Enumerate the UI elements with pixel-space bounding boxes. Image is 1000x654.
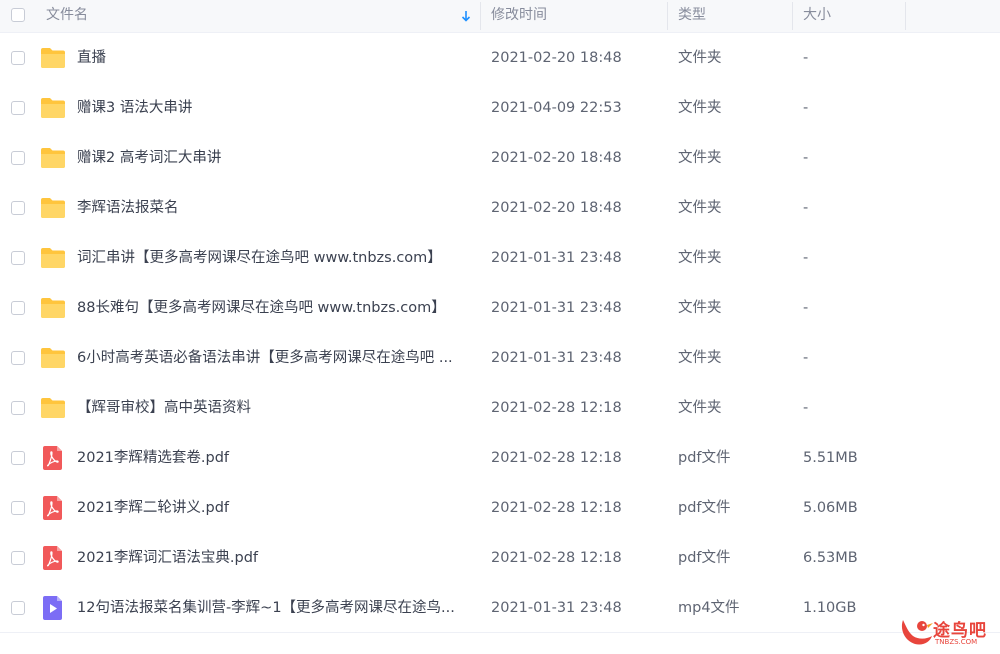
pdf-icon bbox=[43, 496, 62, 520]
row-checkbox[interactable] bbox=[11, 401, 25, 415]
modified-time: 2021-01-31 23:48 bbox=[491, 600, 622, 616]
column-divider[interactable] bbox=[667, 2, 668, 30]
table-row[interactable]: 2021李辉精选套卷.pdf 2021-02-28 12:18 pdf文件 5.51M… bbox=[0, 433, 1000, 483]
pdf-icon bbox=[43, 446, 62, 470]
file-name[interactable]: 【辉哥审校】高中英语资料 bbox=[77, 383, 469, 433]
table-row[interactable]: 88长难句【更多高考网课尽在途鸟吧 www.tnbzs.com】 2021-01-… bbox=[0, 283, 1000, 333]
file-name[interactable]: 赠课3 语法大串讲 bbox=[77, 83, 469, 133]
column-header-name[interactable]: 文件名 bbox=[46, 0, 466, 32]
file-type: 文件夹 bbox=[678, 100, 722, 116]
modified-time: 2021-02-20 18:48 bbox=[491, 150, 622, 166]
folder-icon bbox=[41, 298, 65, 318]
file-name[interactable]: 2021李辉二轮讲义.pdf bbox=[77, 483, 469, 533]
file-name[interactable]: 词汇串讲【更多高考网课尽在途鸟吧 www.tnbzs.com】 bbox=[77, 233, 469, 283]
modified-time: 2021-02-28 12:18 bbox=[491, 400, 622, 416]
pdf-icon bbox=[43, 546, 62, 570]
folder-icon bbox=[41, 348, 65, 368]
modified-time: 2021-02-28 12:18 bbox=[491, 450, 622, 466]
row-checkbox[interactable] bbox=[11, 251, 25, 265]
column-divider[interactable] bbox=[792, 2, 793, 30]
table-row[interactable]: 赠课2 高考词汇大串讲 2021-02-20 18:48 文件夹 - bbox=[0, 133, 1000, 183]
file-size: 5.06MB bbox=[803, 500, 858, 516]
file-type: mp4文件 bbox=[678, 600, 740, 616]
table-row[interactable]: 6小时高考英语必备语法串讲【更多高考网课尽在途鸟吧 ... 2021-01-31 … bbox=[0, 333, 1000, 383]
file-type: 文件夹 bbox=[678, 50, 722, 66]
row-checkbox[interactable] bbox=[11, 451, 25, 465]
bird-logo-icon bbox=[901, 620, 933, 645]
file-name[interactable]: 6小时高考英语必备语法串讲【更多高考网课尽在途鸟吧 ... bbox=[77, 333, 469, 383]
column-header-time[interactable]: 修改时间 bbox=[491, 0, 661, 32]
file-type: pdf文件 bbox=[678, 500, 731, 516]
file-type: pdf文件 bbox=[678, 550, 731, 566]
file-type: pdf文件 bbox=[678, 450, 731, 466]
modified-time: 2021-01-31 23:48 bbox=[491, 300, 622, 316]
table-row[interactable]: 词汇串讲【更多高考网课尽在途鸟吧 www.tnbzs.com】 2021-01-3… bbox=[0, 233, 1000, 283]
folder-icon bbox=[41, 48, 65, 68]
row-checkbox[interactable] bbox=[11, 551, 25, 565]
file-name[interactable]: 88长难句【更多高考网课尽在途鸟吧 www.tnbzs.com】 bbox=[77, 283, 469, 333]
row-checkbox[interactable] bbox=[11, 201, 25, 215]
watermark-logo: 途鸟吧 TNBZS.COM bbox=[895, 612, 995, 652]
file-type: 文件夹 bbox=[678, 250, 722, 266]
row-checkbox[interactable] bbox=[11, 501, 25, 515]
file-type: 文件夹 bbox=[678, 150, 722, 166]
file-name[interactable]: 赠课2 高考词汇大串讲 bbox=[77, 133, 469, 183]
file-name[interactable]: 李辉语法报菜名 bbox=[77, 183, 469, 233]
folder-icon bbox=[41, 98, 65, 118]
file-name[interactable]: 12句语法报菜名集训营-李辉~1【更多高考网课尽在途鸟... bbox=[77, 583, 469, 633]
modified-time: 2021-01-31 23:48 bbox=[491, 250, 622, 266]
row-checkbox[interactable] bbox=[11, 151, 25, 165]
video-icon bbox=[43, 596, 62, 620]
file-type: 文件夹 bbox=[678, 350, 722, 366]
table-row[interactable]: 2021李辉词汇语法宝典.pdf 2021-02-28 12:18 pdf文件 6.5… bbox=[0, 533, 1000, 583]
table-row[interactable]: 赠课3 语法大串讲 2021-04-09 22:53 文件夹 - bbox=[0, 83, 1000, 133]
file-name[interactable]: 直播 bbox=[77, 33, 469, 83]
file-list: 文件名 修改时间 类型 大小 直播 2021-02-20 18:48 文件夹 - 赠课3… bbox=[0, 0, 1000, 654]
folder-icon bbox=[41, 148, 65, 168]
file-size: 5.51MB bbox=[803, 450, 858, 466]
file-size: - bbox=[803, 200, 809, 216]
folder-icon bbox=[41, 398, 65, 418]
sort-down-icon[interactable] bbox=[459, 8, 473, 24]
file-size: - bbox=[803, 50, 809, 66]
column-divider[interactable] bbox=[905, 2, 906, 30]
modified-time: 2021-02-28 12:18 bbox=[491, 500, 622, 516]
column-header-type[interactable]: 类型 bbox=[678, 0, 788, 32]
file-name[interactable]: 2021李辉词汇语法宝典.pdf bbox=[77, 533, 469, 583]
file-size: - bbox=[803, 350, 809, 366]
file-type: 文件夹 bbox=[678, 200, 722, 216]
modified-time: 2021-01-31 23:48 bbox=[491, 350, 622, 366]
modified-time: 2021-04-09 22:53 bbox=[491, 100, 622, 116]
file-size: - bbox=[803, 100, 809, 116]
folder-icon bbox=[41, 248, 65, 268]
file-size: - bbox=[803, 300, 809, 316]
row-checkbox[interactable] bbox=[11, 101, 25, 115]
folder-icon bbox=[41, 198, 65, 218]
file-name[interactable]: 2021李辉精选套卷.pdf bbox=[77, 433, 469, 483]
file-size: - bbox=[803, 250, 809, 266]
column-header-size[interactable]: 大小 bbox=[803, 0, 903, 32]
file-size: - bbox=[803, 400, 809, 416]
row-checkbox[interactable] bbox=[11, 301, 25, 315]
modified-time: 2021-02-28 12:18 bbox=[491, 550, 622, 566]
file-list-header: 文件名 修改时间 类型 大小 bbox=[0, 0, 1000, 33]
table-row[interactable]: 12句语法报菜名集训营-李辉~1【更多高考网课尽在途鸟... 2021-01-31… bbox=[0, 583, 1000, 633]
modified-time: 2021-02-20 18:48 bbox=[491, 200, 622, 216]
file-size: - bbox=[803, 150, 809, 166]
row-checkbox[interactable] bbox=[11, 601, 25, 615]
select-all-checkbox[interactable] bbox=[11, 8, 25, 22]
file-type: 文件夹 bbox=[678, 300, 722, 316]
table-row[interactable]: 【辉哥审校】高中英语资料 2021-02-28 12:18 文件夹 - bbox=[0, 383, 1000, 433]
row-checkbox[interactable] bbox=[11, 351, 25, 365]
column-divider[interactable] bbox=[480, 2, 481, 30]
modified-time: 2021-02-20 18:48 bbox=[491, 50, 622, 66]
table-row[interactable]: 2021李辉二轮讲义.pdf 2021-02-28 12:18 pdf文件 5.06M… bbox=[0, 483, 1000, 533]
table-row[interactable]: 直播 2021-02-20 18:48 文件夹 - bbox=[0, 33, 1000, 83]
row-checkbox[interactable] bbox=[11, 51, 25, 65]
watermark-subtext: TNBZS.COM bbox=[935, 638, 978, 646]
table-row[interactable]: 李辉语法报菜名 2021-02-20 18:48 文件夹 - bbox=[0, 183, 1000, 233]
file-type: 文件夹 bbox=[678, 400, 722, 416]
list-bottom-divider bbox=[0, 632, 1000, 633]
file-size: 6.53MB bbox=[803, 550, 858, 566]
